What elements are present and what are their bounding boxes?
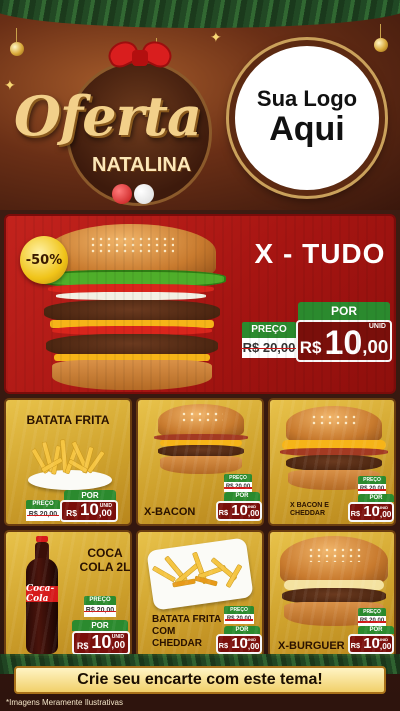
product-price: R$ 10,00 UNID [348, 502, 394, 522]
product-name: COCA COLA 2L [79, 546, 131, 575]
pine-garland [0, 0, 400, 28]
product-price: R$ 10,00 UNID [216, 501, 262, 521]
old-price: R$ 20,00 [26, 509, 60, 521]
old-price: R$ 20,00 [358, 484, 386, 494]
old-price: R$ 20,00 [224, 614, 254, 624]
product-card-x-bacon-cheddar[interactable]: PREÇO R$ 20,00 POR X BACON E CHEDDAR R$ 1… [268, 398, 396, 526]
logo-placeholder[interactable]: Sua Logo Aqui [229, 40, 385, 196]
por-label: POR [298, 302, 390, 320]
featured-product-card[interactable]: -50% X - TUDO POR PREÇO R$ 20,00 R$ 10 ,… [4, 214, 396, 394]
preco-label: PREÇO [84, 596, 116, 605]
por-label: POR [358, 494, 394, 502]
disclaimer-note: *Imagens Meramente Ilustrativas [6, 698, 123, 707]
product-price: R$ 10,00 UNID [348, 634, 394, 654]
oferta-title: Oferta [14, 84, 202, 148]
french-fries-image [31, 438, 106, 478]
product-price: R$ 10,00 UNID [60, 500, 118, 522]
preco-label: PREÇO [358, 608, 386, 616]
product-card-x-bacon[interactable]: PREÇO R$ 20,00 POR X-BACON R$ 10,00 UNID [136, 398, 264, 526]
preco-label: PREÇO [224, 474, 252, 482]
product-name: X BACON E CHEDDAR [290, 502, 329, 518]
preco-label: PREÇO [242, 322, 296, 338]
featured-product-name: X - TUDO [254, 238, 386, 269]
preco-label: PREÇO [358, 476, 386, 484]
product-name: BATATA FRITA COM CHEDDAR [152, 614, 221, 649]
product-card-batata-cheddar[interactable]: PREÇO R$ 20,00 POR BATATA FRITA COM CHED… [136, 530, 264, 658]
logo-text-line2: Aqui [269, 110, 345, 149]
por-label: POR [358, 626, 394, 634]
por-label: POR [72, 620, 128, 631]
por-label: POR [224, 626, 260, 634]
preco-label: PREÇO [26, 500, 60, 509]
sparkle-icon: ✦ [210, 30, 222, 46]
product-card-batata-frita[interactable]: BATATA FRITA POR PREÇO R$ 20,00 R$ 10,00 U… [4, 398, 132, 526]
old-price: R$ 20,00 [242, 338, 296, 358]
cheddar-fries-image [152, 548, 244, 600]
discount-badge: -50% [20, 236, 68, 284]
product-price: R$ 10,00 UNID [72, 631, 130, 655]
ornament-icon [374, 24, 388, 52]
featured-price: R$ 10 ,00 UNID [296, 320, 392, 362]
natalina-title: NATALINA [92, 154, 192, 176]
product-card-x-burguer[interactable]: PREÇO R$ 20,00 POR X-BURGUER R$ 10,00 UNID [268, 530, 396, 658]
old-price: R$ 20,00 [84, 605, 116, 617]
red-bow-icon [104, 36, 176, 80]
header-banner: ✦ ✦ Oferta NATALINA Sua Logo Aqui [0, 0, 400, 210]
old-price: R$ 20,00 [358, 616, 386, 626]
product-name: BATATA FRITA [26, 413, 110, 427]
product-name: X-BACON [144, 506, 196, 518]
preco-label: PREÇO [224, 606, 254, 614]
por-label: POR [224, 492, 260, 501]
flyer-page: ✦ ✦ Oferta NATALINA Sua Logo Aqui -50% X… [0, 0, 400, 711]
coca-cola-bottle-image: Coca-Cola [22, 536, 62, 656]
oferta-natalina-badge: Oferta NATALINA [14, 36, 212, 206]
cta-banner[interactable]: Crie seu encarte com este tema! [14, 666, 386, 694]
product-name: X-BURGUER [278, 640, 345, 652]
x-bacon-burger-image [154, 404, 248, 476]
logo-text-line1: Sua Logo [256, 86, 358, 112]
product-card-coca-cola[interactable]: Coca-Cola COCA COLA 2L PREÇO R$ 20,00 PO… [4, 530, 132, 658]
old-price: R$ 20,00 [224, 482, 252, 492]
christmas-balls-icon [112, 184, 156, 206]
